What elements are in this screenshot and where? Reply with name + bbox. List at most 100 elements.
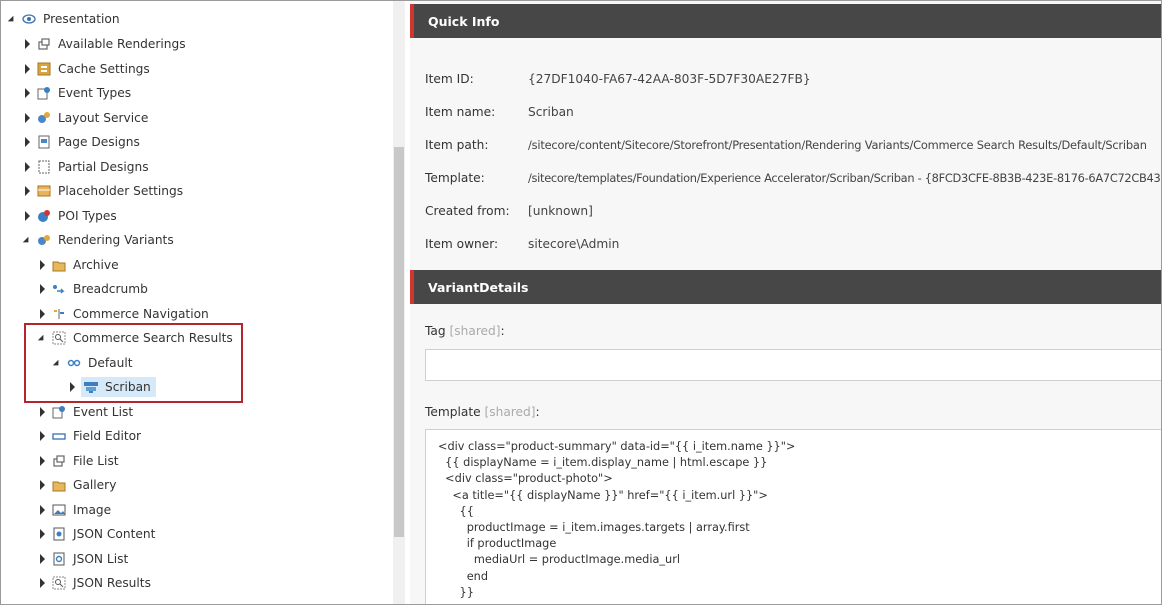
tree-node-event-types[interactable]: Event Types [22, 82, 133, 104]
page-designs-icon [36, 134, 52, 150]
tree-label: Layout Service [58, 111, 149, 125]
breadcrumb-icon [51, 281, 67, 297]
collapse-toggle-icon[interactable] [22, 235, 32, 246]
tree-node-presentation[interactable]: Presentation [7, 8, 122, 30]
code-line: mediaUrl = productImage.media_url [438, 553, 680, 567]
code-line: <div class="product-summary" data-id="{{… [438, 440, 796, 453]
tree-label: POI Types [58, 209, 117, 223]
archive-icon [51, 257, 67, 273]
template-field-label: Template [shared]: [425, 405, 540, 419]
tree-node-field-editor[interactable]: Field Editor [37, 425, 143, 447]
info-value: Scriban [528, 105, 574, 119]
placeholder-icon [36, 183, 52, 199]
tree-node-json-results[interactable]: JSON Results [37, 572, 153, 594]
expand-toggle-icon[interactable] [37, 260, 47, 270]
info-value: [unknown] [528, 204, 593, 218]
expand-toggle-icon[interactable] [22, 162, 32, 172]
expand-toggle-icon[interactable] [22, 211, 32, 221]
tree-label: JSON List [73, 552, 129, 566]
tree-label: JSON Content [73, 527, 156, 541]
info-row-created-from: Created from: [unknown] [425, 204, 593, 218]
item-editor-panel: Quick Info Item ID: {27DF1040-FA67-42AA-… [410, 1, 1161, 604]
tree-scrollbar[interactable] [393, 1, 405, 604]
tree-label: Breadcrumb [73, 282, 148, 296]
info-label: Item owner: [425, 237, 499, 251]
tree-label: Event Types [58, 86, 132, 100]
tree-node-image[interactable]: Image [37, 499, 113, 521]
expand-toggle-icon[interactable] [37, 480, 47, 490]
code-line: }} [438, 585, 474, 599]
tree-node-placeholder-settings[interactable]: Placeholder Settings [22, 180, 185, 202]
scrollbar-thumb[interactable] [394, 147, 404, 537]
annotation-highlight-box [24, 323, 243, 403]
tree-label: Field Editor [73, 429, 142, 443]
code-line: <a title="{{ displayName }}" href="{{ i_… [438, 488, 768, 502]
tree-node-file-list[interactable]: File List [37, 450, 121, 472]
code-line: {{ [438, 504, 474, 518]
info-row-item-owner: Item owner: sitecore\Admin [425, 237, 619, 251]
event-types-icon [36, 85, 52, 101]
quick-info-header[interactable]: Quick Info [410, 4, 1161, 38]
expand-toggle-icon[interactable] [22, 39, 32, 49]
tree-label: JSON Results [73, 576, 151, 590]
field-label-text: Tag [425, 324, 446, 338]
tree-label: File List [73, 454, 119, 468]
content-tree: Presentation Available Renderings Cache … [1, 1, 393, 604]
template-code-editor[interactable]: <div class="product-summary" data-id="{{… [425, 429, 1161, 604]
tree-label: Rendering Variants [58, 233, 174, 247]
eye-icon [21, 11, 37, 27]
label-colon: : [535, 405, 540, 419]
expand-toggle-icon[interactable] [22, 113, 32, 123]
expand-toggle-icon[interactable] [22, 137, 32, 147]
info-row-item-id: Item ID: {27DF1040-FA67-42AA-803F-5D7F30… [425, 72, 811, 86]
json-results-icon [51, 575, 67, 591]
tree-node-event-list[interactable]: Event List [37, 401, 135, 423]
code-line: {{ displayName = i_item.display_name | h… [438, 456, 768, 470]
tree-label: Image [73, 503, 112, 517]
expand-toggle-icon[interactable] [37, 554, 47, 564]
tree-node-cache-settings[interactable]: Cache Settings [22, 58, 152, 80]
expand-toggle-icon[interactable] [37, 505, 47, 515]
expand-toggle-icon[interactable] [22, 88, 32, 98]
code-line: productImage = i_item.images.targets | a… [438, 521, 750, 535]
tree-label: Partial Designs [58, 160, 149, 174]
info-label: Item name: [425, 105, 496, 119]
expand-toggle-icon[interactable] [37, 284, 47, 294]
tag-input[interactable] [425, 349, 1161, 381]
tree-label: Commerce Navigation [73, 307, 209, 321]
template-link[interactable]: /sitecore/templates/Foundation/Experienc… [528, 171, 1161, 185]
section-title: VariantDetails [428, 279, 529, 295]
tree-node-partial-designs[interactable]: Partial Designs [22, 156, 151, 178]
tree-label: Available Renderings [58, 37, 186, 51]
partial-designs-icon [36, 159, 52, 175]
expand-toggle-icon[interactable] [37, 578, 47, 588]
expand-toggle-icon[interactable] [37, 309, 47, 319]
tree-node-breadcrumb[interactable]: Breadcrumb [37, 278, 150, 300]
tree-node-commerce-navigation[interactable]: Commerce Navigation [37, 303, 211, 325]
tree-label: Gallery [73, 478, 117, 492]
expand-toggle-icon[interactable] [37, 456, 47, 466]
tree-node-poi-types[interactable]: POI Types [22, 205, 119, 227]
variant-details-header[interactable]: VariantDetails [410, 270, 1161, 304]
tree-node-gallery[interactable]: Gallery [37, 474, 118, 496]
tree-node-page-designs[interactable]: Page Designs [22, 131, 142, 153]
tree-node-available-renderings[interactable]: Available Renderings [22, 33, 188, 55]
code-line: <div class="product-photo"> [438, 472, 613, 486]
label-colon: : [500, 324, 505, 338]
collapse-toggle-icon[interactable] [7, 14, 17, 25]
expand-toggle-icon[interactable] [37, 407, 47, 417]
tree-node-layout-service[interactable]: Layout Service [22, 107, 150, 129]
rendering-variants-icon [36, 232, 52, 248]
tree-node-rendering-variants[interactable]: Rendering Variants [22, 229, 176, 251]
expand-toggle-icon[interactable] [22, 64, 32, 74]
expand-toggle-icon[interactable] [22, 186, 32, 196]
tree-node-json-list[interactable]: JSON List [37, 548, 130, 570]
cache-icon [36, 61, 52, 77]
expand-toggle-icon[interactable] [37, 529, 47, 539]
shared-marker: [shared] [484, 405, 536, 419]
expand-toggle-icon[interactable] [37, 431, 47, 441]
tree-node-json-content[interactable]: JSON Content [37, 523, 157, 545]
gallery-icon [51, 477, 67, 493]
tree-node-archive[interactable]: Archive [37, 254, 121, 276]
layout-service-icon [36, 110, 52, 126]
